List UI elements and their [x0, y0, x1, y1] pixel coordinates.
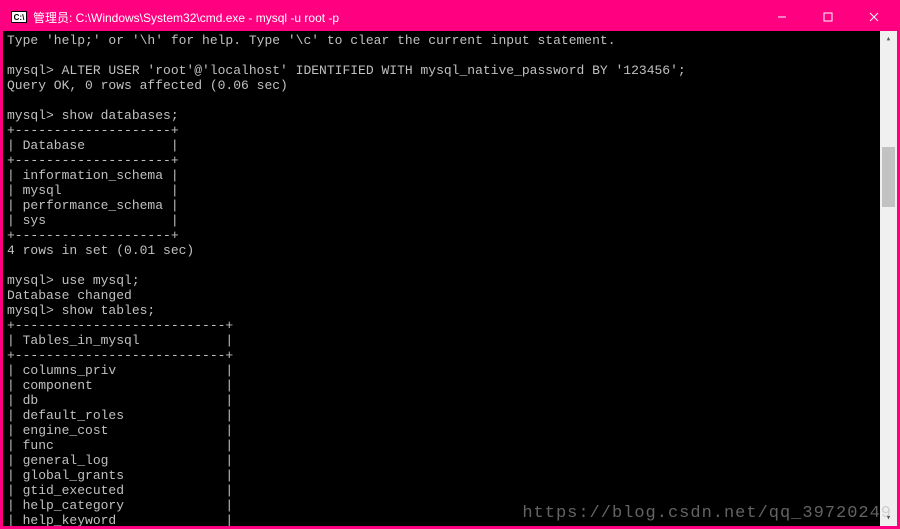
maximize-icon: [823, 12, 833, 22]
terminal-area: Type 'help;' or '\h' for help. Type '\c'…: [3, 31, 897, 526]
maximize-button[interactable]: [805, 3, 851, 31]
app-icon: C:\: [11, 10, 27, 24]
window-title: 管理员: C:\Windows\System32\cmd.exe - mysql…: [33, 9, 339, 26]
chevron-down-icon: ▾: [886, 513, 891, 523]
chevron-up-icon: ▴: [886, 34, 891, 44]
scroll-up-button[interactable]: ▴: [880, 31, 897, 47]
close-button[interactable]: [851, 3, 897, 31]
minimize-icon: [777, 12, 787, 22]
cmd-icon: C:\: [11, 11, 27, 23]
scroll-thumb[interactable]: [882, 147, 895, 207]
cmd-window: C:\ 管理员: C:\Windows\System32\cmd.exe - m…: [0, 0, 900, 529]
terminal-output[interactable]: Type 'help;' or '\h' for help. Type '\c'…: [3, 31, 880, 526]
minimize-button[interactable]: [759, 3, 805, 31]
scroll-track[interactable]: [880, 47, 897, 510]
vertical-scrollbar[interactable]: ▴ ▾: [880, 31, 897, 526]
close-icon: [869, 12, 879, 22]
window-controls: [759, 3, 897, 31]
scroll-down-button[interactable]: ▾: [880, 510, 897, 526]
titlebar[interactable]: C:\ 管理员: C:\Windows\System32\cmd.exe - m…: [3, 3, 897, 31]
